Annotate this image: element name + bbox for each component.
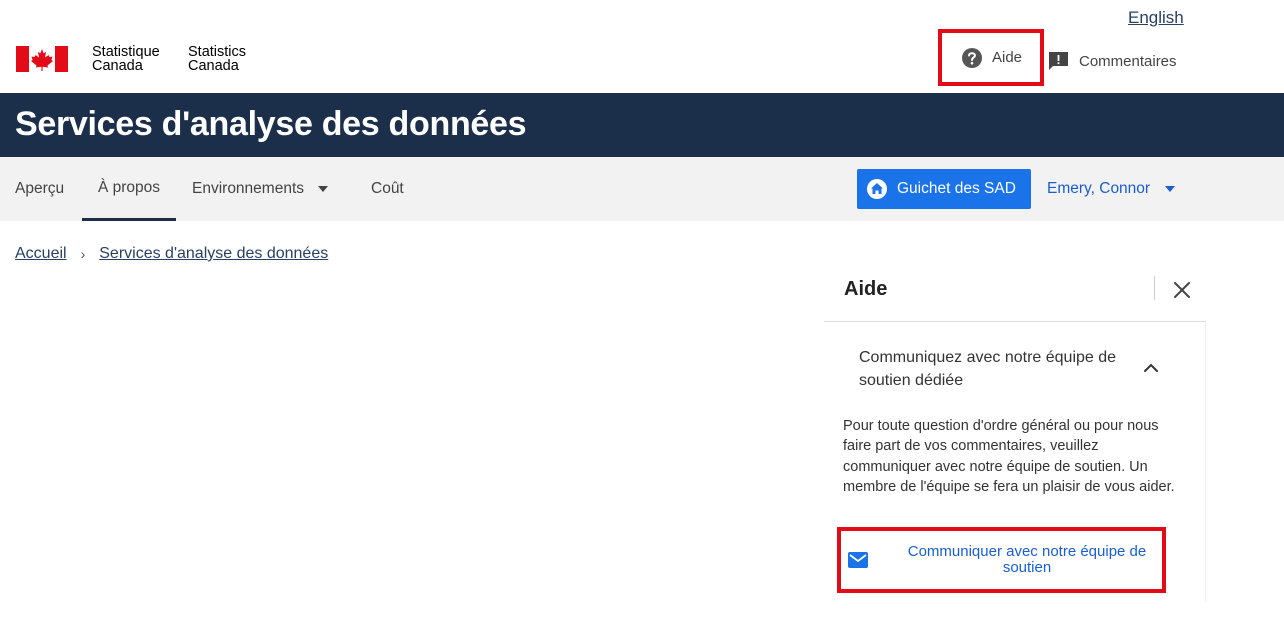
feedback-label: Commentaires xyxy=(1079,52,1177,70)
user-name: Emery, Connor xyxy=(1047,180,1151,197)
divider xyxy=(1154,276,1155,300)
portal-button-label: Guichet des SAD xyxy=(897,180,1016,197)
main-nav: Aperçu À propos Environnements Coût Guic… xyxy=(0,157,1284,221)
contact-support-label: Communiquer avec notre équipe de soutien xyxy=(907,543,1147,576)
help-panel-title: Aide xyxy=(844,278,888,300)
caret-down-icon xyxy=(318,186,329,192)
comment-alert-icon xyxy=(1049,52,1068,70)
accordion-header[interactable]: Communiquez avec notre équipe de soutien… xyxy=(859,346,1169,392)
feedback-button[interactable]: Commentaires xyxy=(1048,48,1177,74)
question-circle-icon xyxy=(962,47,982,68)
nav-item-overview[interactable]: Aperçu xyxy=(15,157,64,221)
nav-item-environments[interactable]: Environnements xyxy=(192,157,329,221)
canada-flag-logo xyxy=(16,46,68,72)
user-menu[interactable]: Emery, Connor xyxy=(1047,157,1176,221)
divider xyxy=(1205,322,1206,602)
chevron-right-icon: › xyxy=(80,246,86,262)
help-button[interactable]: Aide xyxy=(938,29,1044,86)
breadcrumb-das[interactable]: Services d'analyse des données xyxy=(99,245,328,263)
nav-item-about[interactable]: À propos xyxy=(82,157,177,221)
page-title: Services d'analyse des données xyxy=(15,105,527,143)
chevron-up-icon[interactable] xyxy=(1142,361,1160,375)
signature-fr: Statistique Canada xyxy=(92,44,160,74)
home-circle-icon xyxy=(867,179,887,199)
help-panel: Aide Communiquez avec notre équipe de so… xyxy=(824,260,1206,636)
breadcrumb-home[interactable]: Accueil xyxy=(15,245,67,263)
title-band: Services d'analyse des données xyxy=(0,93,1284,157)
language-toggle-link[interactable]: English xyxy=(1128,8,1184,28)
accordion-body: Pour toute question d'ordre général ou p… xyxy=(843,418,1175,495)
portal-button[interactable]: Guichet des SAD xyxy=(857,169,1031,209)
caret-down-icon xyxy=(1165,186,1176,192)
mail-icon xyxy=(848,552,868,568)
divider xyxy=(824,321,1206,322)
nav-item-cost[interactable]: Coût xyxy=(371,157,404,221)
close-icon[interactable] xyxy=(1170,278,1194,302)
help-label: Aide xyxy=(992,49,1023,66)
contact-support-link[interactable]: Communiquer avec notre équipe de soutien xyxy=(837,527,1166,593)
breadcrumb: Accueil › Services d'analyse des données xyxy=(15,245,328,263)
signature-en: Statistics Canada xyxy=(188,44,247,74)
